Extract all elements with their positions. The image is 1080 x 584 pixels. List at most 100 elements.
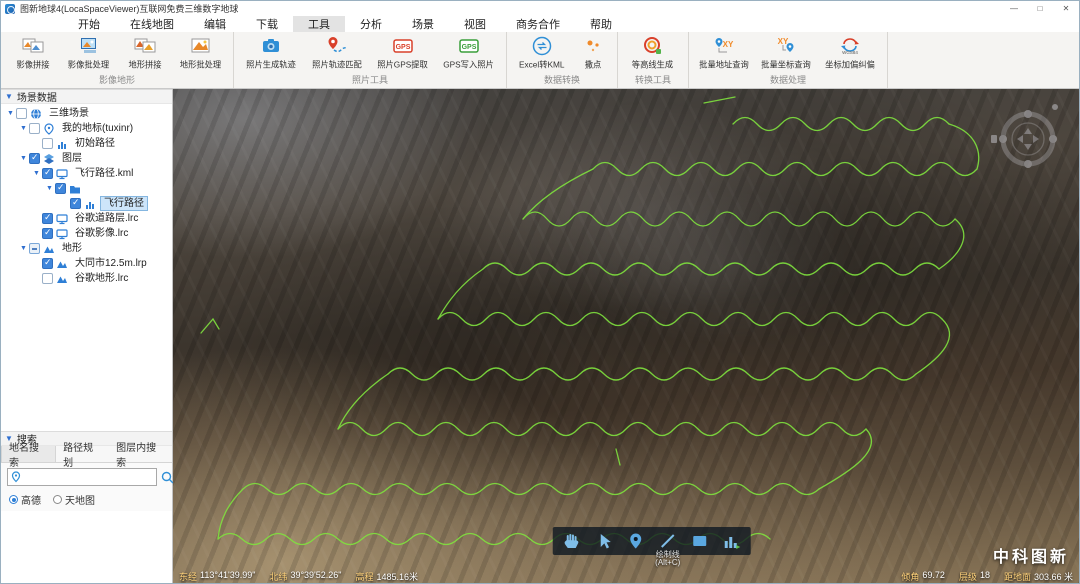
- menu-tab-start[interactable]: 开始: [63, 16, 115, 32]
- menu-tab-edit[interactable]: 编辑: [189, 16, 241, 32]
- status-bar: 东经113°41'39.99" 北纬39°39'52.26" 高程1485.16…: [173, 569, 1079, 583]
- checkbox[interactable]: [42, 138, 53, 149]
- placemark-tool-icon[interactable]: [625, 530, 647, 552]
- ribbon-group-data-convert: Excel转KML 撒点 数据转换: [507, 32, 618, 88]
- tree-row-google-roads[interactable]: 谷歌道路层.lrc: [1, 211, 172, 226]
- search-input[interactable]: [21, 472, 153, 483]
- tree-row-flight-path[interactable]: 飞行路径: [1, 196, 172, 211]
- close-button[interactable]: ✕: [1053, 1, 1079, 16]
- coord-offset-correct-button[interactable]: WGS84 坐标加偏纠偏: [817, 34, 883, 71]
- ribbon-group-label: 影像地形: [5, 74, 229, 88]
- expand-arrow-icon[interactable]: ▼: [31, 170, 42, 177]
- terrain-icon: [56, 258, 69, 270]
- checkbox[interactable]: [42, 228, 53, 239]
- tab-place-search[interactable]: 地名搜索: [1, 446, 56, 462]
- minimize-button[interactable]: —: [1001, 1, 1027, 16]
- select-cursor-icon[interactable]: [593, 530, 615, 552]
- checkbox[interactable]: [42, 168, 53, 179]
- ribbon-group-label: 数据转换: [511, 74, 613, 88]
- expand-arrow-icon[interactable]: ▼: [18, 245, 29, 252]
- menu-tab-scene[interactable]: 场景: [397, 16, 449, 32]
- tree-row-google-terrain[interactable]: 谷歌地形.lrc: [1, 271, 172, 286]
- tree-row-google-imagery[interactable]: 谷歌影像.lrc: [1, 226, 172, 241]
- pin-track-icon: [326, 35, 348, 57]
- app-logo-icon: [5, 4, 15, 14]
- tree-row-layers[interactable]: ▼ 图层: [1, 151, 172, 166]
- tab-route-plan[interactable]: 路径规划: [56, 446, 109, 462]
- menu-tab-view[interactable]: 视图: [449, 16, 501, 32]
- tree-row-my-placemarks[interactable]: ▼ 我的地标(tuxinr): [1, 121, 172, 136]
- scatter-points-button[interactable]: 撒点: [573, 34, 613, 71]
- app-window: 图新地球4(LocaSpaceViewer)互联网免费三维数字地球 — □ ✕ …: [0, 0, 1080, 584]
- navigation-compass[interactable]: [989, 97, 1067, 175]
- checkbox[interactable]: [42, 213, 53, 224]
- checkbox[interactable]: [29, 243, 40, 254]
- gps-extract-icon: GPS: [392, 35, 414, 57]
- photo-gps-extract-button[interactable]: GPS 照片GPS提取: [370, 34, 436, 71]
- tree-row-flight-path-kml[interactable]: ▼ 飞行路径.kml: [1, 166, 172, 181]
- svg-text:GPS: GPS: [462, 44, 477, 51]
- terrain-batch-button[interactable]: 地形批处理: [173, 34, 229, 71]
- menu-tab-online-map[interactable]: 在线地图: [115, 16, 189, 32]
- tab-layer-search[interactable]: 图层内搜索: [109, 446, 172, 462]
- batch-coord-query-button[interactable]: XY 批量坐标查询: [755, 34, 817, 71]
- draw-line-tool-icon[interactable]: 绘制线 (Alt+C): [657, 530, 679, 552]
- checkbox[interactable]: [42, 258, 53, 269]
- menu-tab-help[interactable]: 帮助: [575, 16, 627, 32]
- excel-to-kml-button[interactable]: Excel转KML: [511, 34, 573, 71]
- map-view[interactable]: 绘制线 (Alt+C) 中科图新 东经113°41'39.99" 北纬39°39…: [173, 89, 1079, 583]
- batch-address-query-button[interactable]: XY 批量地址查询: [693, 34, 755, 71]
- tree-row-terrain-group[interactable]: ▼ 地形: [1, 241, 172, 256]
- expand-arrow-icon[interactable]: ▼: [44, 185, 55, 192]
- gps-write-photo-button[interactable]: GPS GPS写入照片: [436, 34, 502, 71]
- svg-text:WGS84: WGS84: [842, 50, 858, 55]
- image-stitch-button[interactable]: 影像拼接: [5, 34, 61, 71]
- ribbon-group-photo-tools: 照片生成轨迹 照片轨迹匹配 GPS 照片GPS提取 GPS: [234, 32, 507, 88]
- checkbox[interactable]: [29, 123, 40, 134]
- expand-arrow-icon[interactable]: ▼: [18, 155, 29, 162]
- menu-tab-download[interactable]: 下载: [241, 16, 293, 32]
- menu-tab-tools[interactable]: 工具: [293, 16, 345, 32]
- scene-panel-header[interactable]: ▼ 场景数据: [1, 89, 172, 104]
- menu-tab-business[interactable]: 商务合作: [501, 16, 575, 32]
- layer-file-icon: [56, 228, 69, 240]
- pin-icon: [11, 471, 21, 483]
- checkbox[interactable]: [29, 153, 40, 164]
- folder-icon: [69, 183, 82, 195]
- contour-icon: [642, 35, 664, 57]
- profile-chart-tool-icon[interactable]: [721, 530, 743, 552]
- expand-arrow-icon[interactable]: ▼: [18, 125, 29, 132]
- menu-tab-analysis[interactable]: 分析: [345, 16, 397, 32]
- checkbox[interactable]: [55, 183, 66, 194]
- tree-row-3d-scene[interactable]: ▼ 三维场景: [1, 106, 172, 121]
- draw-tool-palette: 绘制线 (Alt+C): [553, 527, 751, 555]
- status-coordinates: 东经113°41'39.99" 北纬39°39'52.26" 高程1485.16…: [179, 570, 418, 583]
- expand-arrow-icon[interactable]: ▼: [5, 110, 16, 117]
- image-batch-icon: [78, 35, 100, 57]
- menu-bar: 开始 在线地图 编辑 下载 工具 分析 场景 视图 商务合作 帮助: [1, 16, 1079, 32]
- checkbox[interactable]: [16, 108, 27, 119]
- ribbon-group-imagery-terrain: 影像拼接 影像批处理 地形拼接: [1, 32, 234, 88]
- checkbox[interactable]: [42, 273, 53, 284]
- image-batch-button[interactable]: 影像批处理: [61, 34, 117, 71]
- radio-tianditu[interactable]: 天地图: [53, 492, 95, 507]
- maximize-button[interactable]: □: [1027, 1, 1053, 16]
- contour-generate-button[interactable]: 等高线生成: [622, 34, 684, 71]
- ribbon-group-label: 数据处理: [693, 74, 883, 88]
- photo-to-track-button[interactable]: 照片生成轨迹: [238, 34, 304, 71]
- tree-row-folder[interactable]: ▼: [1, 181, 172, 196]
- pan-tool-icon[interactable]: [561, 530, 583, 552]
- radio-gaode[interactable]: 高德: [9, 492, 41, 507]
- tree-row-initial-path[interactable]: 初始路径: [1, 136, 172, 151]
- terrain-stitch-button[interactable]: 地形拼接: [117, 34, 173, 71]
- tree-row-datong-terrain[interactable]: 大同市12.5m.lrp: [1, 256, 172, 271]
- title-bar: 图新地球4(LocaSpaceViewer)互联网免费三维数字地球 — □ ✕: [1, 1, 1079, 16]
- ribbon-group-data-process: XY 批量地址查询 XY 批量坐标查询 WGS84 坐标加偏纠偏: [689, 32, 888, 88]
- search-provider-radios: 高德 天地图: [1, 488, 172, 511]
- layer-file-icon: [56, 213, 69, 225]
- checkbox[interactable]: [70, 198, 81, 209]
- terrain-icon: [43, 243, 56, 255]
- draw-rect-tool-icon[interactable]: [689, 530, 711, 552]
- ribbon-group-label: 照片工具: [238, 74, 502, 88]
- photo-track-match-button[interactable]: 照片轨迹匹配: [304, 34, 370, 71]
